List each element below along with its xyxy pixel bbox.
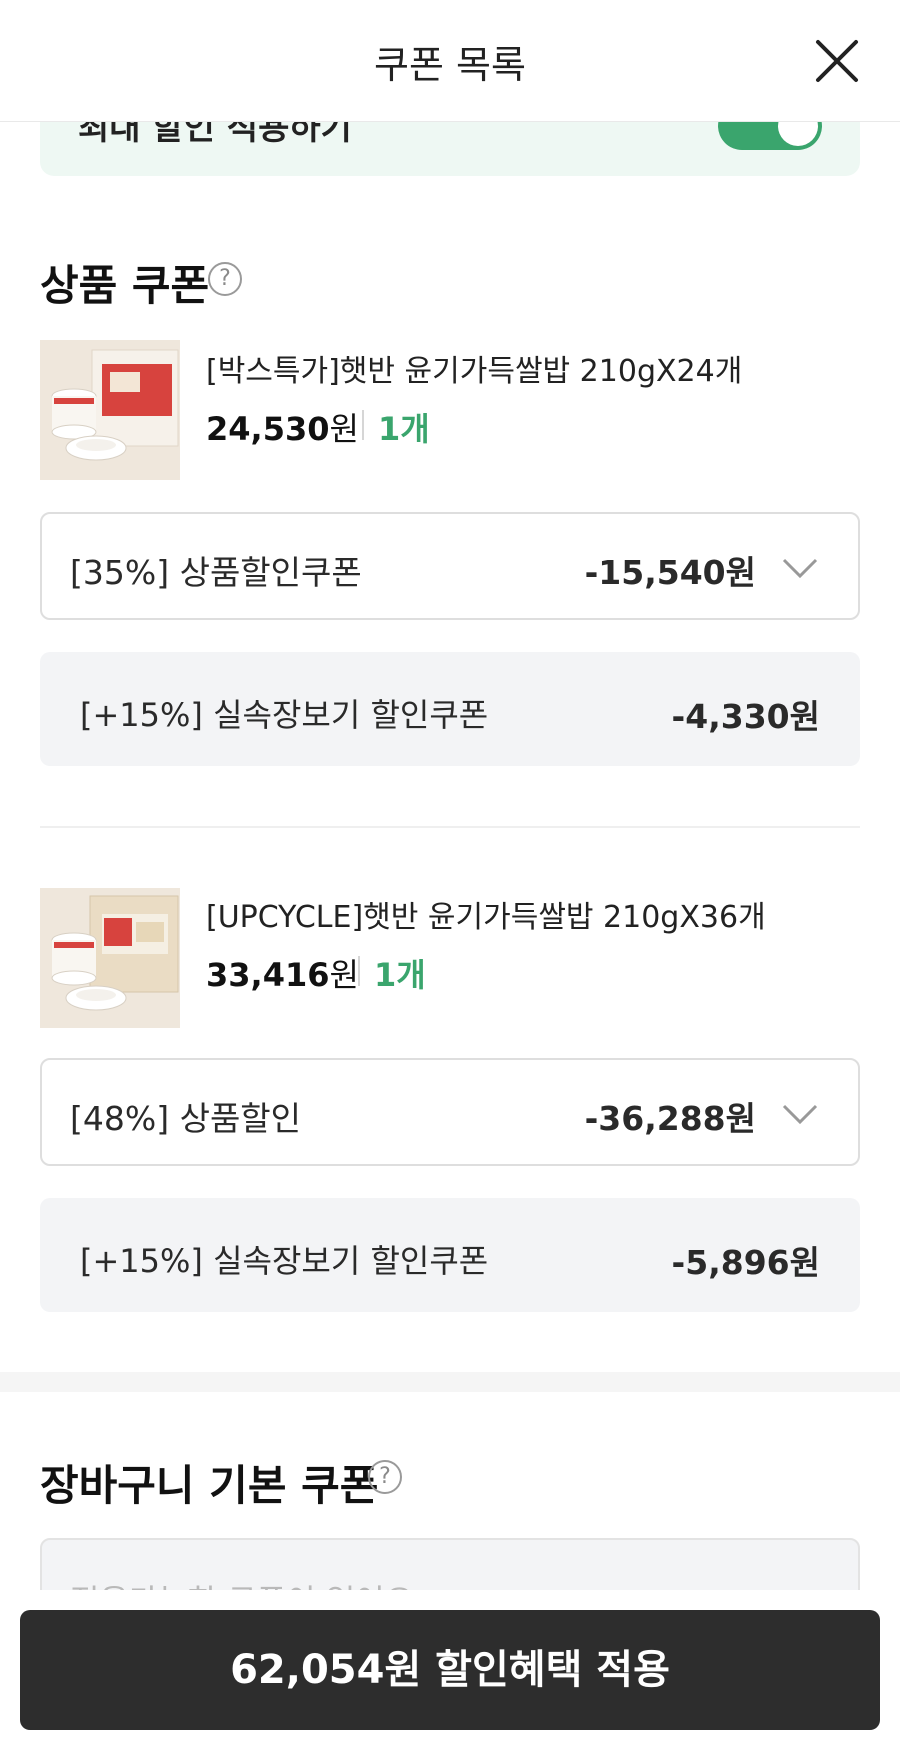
coupon-label: [35%] 상품할인쿠폰	[70, 553, 362, 592]
product-image	[40, 888, 180, 1028]
product-quantity: 1개	[374, 956, 426, 994]
price-unit: 원	[329, 956, 359, 994]
coupon-amount: -36,288원	[584, 1099, 756, 1138]
chevron-down-icon	[782, 558, 818, 579]
extra-coupon-amount: -4,330원	[671, 697, 820, 736]
product-quantity: 1개	[378, 410, 430, 448]
coupon-select-dropdown[interactable]: [48%] 상품할인 -36,288원	[40, 1058, 860, 1166]
extra-coupon-row: [+15%] 실속장보기 할인쿠폰 -5,896원	[40, 1198, 860, 1312]
divider	[40, 826, 860, 828]
price-value: 33,416	[206, 956, 330, 994]
divider	[358, 956, 360, 986]
product-price: 24,530원	[206, 404, 359, 450]
extra-coupon-row: [+15%] 실속장보기 할인쿠폰 -4,330원	[40, 652, 860, 766]
product-image	[40, 340, 180, 480]
coupon-label: [48%] 상품할인	[70, 1099, 302, 1138]
close-button[interactable]	[812, 36, 862, 86]
extra-coupon-label: [+15%] 실속장보기 할인쿠폰	[80, 696, 489, 734]
product-name: [UPCYCLE]햇반 윤기가득쌀밥 210gX36개	[206, 900, 766, 935]
section-divider	[0, 1372, 900, 1392]
header: 쿠폰 목록	[0, 0, 900, 122]
cart-coupon-title: 장바구니 기본 쿠폰	[40, 1461, 379, 1510]
apply-discount-button[interactable]: 62,054원 할인혜택 적용	[20, 1610, 880, 1730]
price-value: 24,530	[206, 410, 330, 448]
help-icon[interactable]: ?	[208, 262, 242, 296]
product-price: 33,416원	[206, 950, 359, 996]
coupon-amount: -15,540원	[584, 553, 756, 592]
extra-coupon-amount: -5,896원	[671, 1243, 820, 1282]
product-coupon-title: 상품 쿠폰	[40, 261, 210, 310]
chevron-down-icon	[782, 1104, 818, 1125]
close-icon	[816, 40, 858, 82]
coupon-select-dropdown[interactable]: [35%] 상품할인쿠폰 -15,540원	[40, 512, 860, 620]
extra-coupon-label: [+15%] 실속장보기 할인쿠폰	[80, 1242, 489, 1280]
price-unit: 원	[329, 410, 359, 448]
page-title: 쿠폰 목록	[374, 43, 526, 87]
product-name: [박스특가]햇반 윤기가득쌀밥 210gX24개	[206, 354, 743, 389]
divider	[362, 410, 364, 440]
help-icon[interactable]: ?	[368, 1460, 402, 1494]
